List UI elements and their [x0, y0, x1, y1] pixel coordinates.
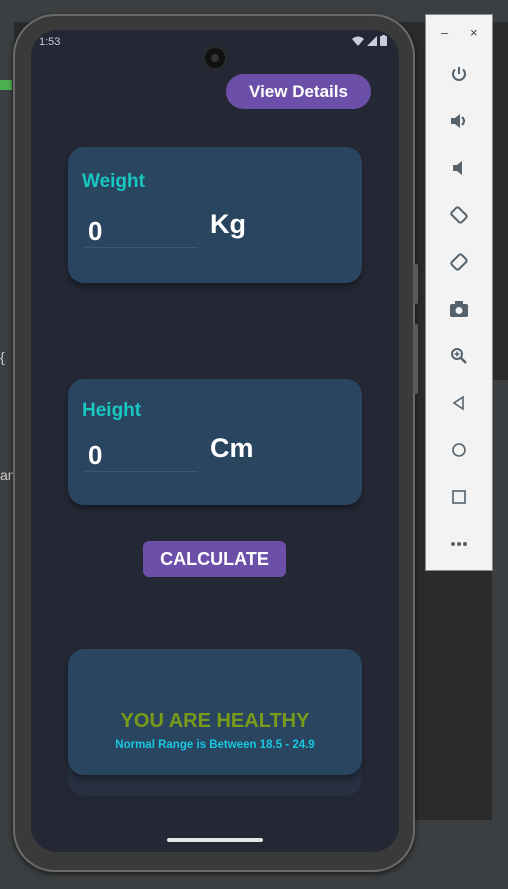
home-icon[interactable]	[444, 436, 474, 464]
status-time: 1:53	[39, 36, 61, 48]
more-icon[interactable]	[444, 530, 474, 558]
ide-brace: {	[0, 349, 5, 365]
height-card: Height Cm	[68, 379, 362, 505]
back-icon[interactable]	[444, 389, 474, 417]
result-status: YOU ARE HEALTHY	[120, 710, 310, 732]
height-input[interactable]	[84, 439, 198, 472]
signal-icon	[367, 35, 377, 46]
camera-icon[interactable]	[444, 295, 474, 323]
height-label: Height	[82, 400, 142, 421]
ide-left-gutter: { an	[0, 22, 16, 822]
volume-up-icon[interactable]	[444, 107, 474, 135]
calculate-button[interactable]: CALCULATE	[143, 541, 286, 577]
ide-marker	[0, 80, 12, 90]
ide-right-strip	[492, 380, 508, 820]
rotate-right-icon[interactable]	[444, 248, 474, 276]
phone-volume-button	[413, 324, 418, 394]
close-button[interactable]: ×	[470, 25, 478, 40]
phone-screen: 1:53 View Details Weight Kg Height Cm CA…	[31, 30, 399, 852]
weight-card: Weight Kg	[68, 147, 362, 283]
rotate-left-icon[interactable]	[444, 201, 474, 229]
emulator-control-panel: – ×	[425, 14, 493, 571]
volume-down-icon[interactable]	[444, 154, 474, 182]
result-range: Normal Range is Between 18.5 - 24.9	[115, 739, 315, 751]
weight-input[interactable]	[84, 215, 198, 248]
power-icon[interactable]	[444, 60, 474, 88]
battery-icon	[380, 35, 387, 46]
front-camera	[205, 48, 225, 68]
wifi-icon	[352, 36, 364, 46]
phone-side-button	[413, 264, 418, 304]
weight-unit: Kg	[210, 209, 246, 239]
view-details-button[interactable]: View Details	[226, 74, 371, 109]
home-indicator[interactable]	[167, 838, 263, 842]
overview-icon[interactable]	[444, 483, 474, 511]
minimize-button[interactable]: –	[441, 25, 448, 40]
status-icons	[352, 35, 387, 46]
zoom-icon[interactable]	[444, 342, 474, 370]
result-card: YOU ARE HEALTHY Normal Range is Between …	[68, 649, 362, 775]
weight-label: Weight	[82, 171, 145, 192]
height-unit: Cm	[210, 433, 254, 463]
